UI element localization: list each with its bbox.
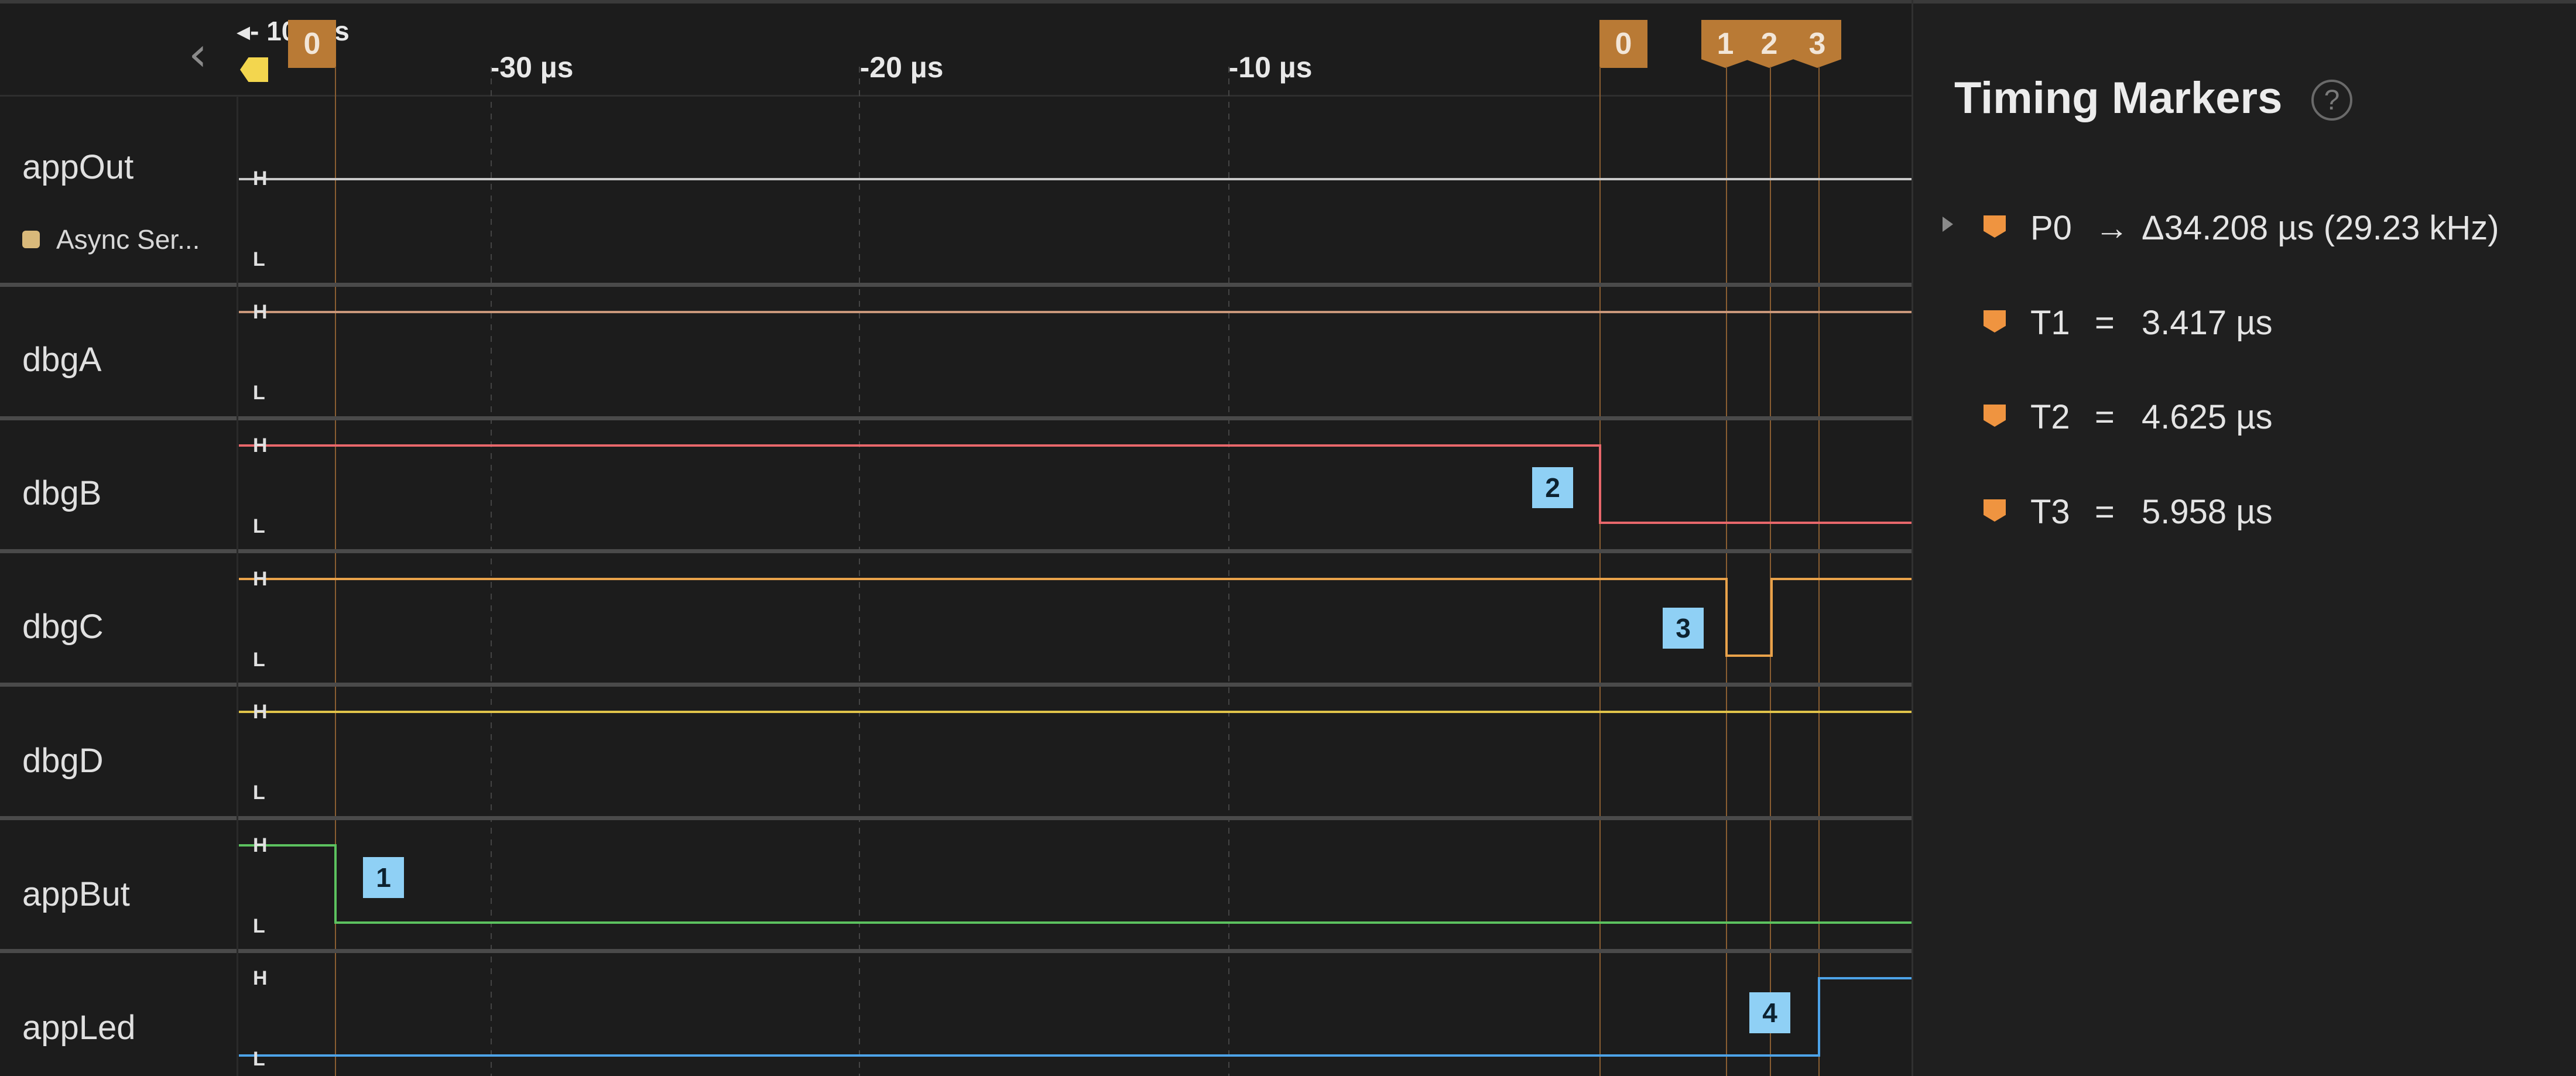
channel-analyzer-async-serial[interactable]: Async Ser...	[22, 224, 200, 255]
waveform-view[interactable]: ‹ ◂- 100 µs -30 µs -20 µs -10 µs 0 0 1 2…	[0, 4, 1913, 1076]
low-label: L	[253, 382, 265, 404]
wave-appLed	[252, 977, 1913, 1057]
low-label: L	[253, 515, 265, 537]
high-label: H	[253, 568, 268, 590]
channel-name-dbgC[interactable]: dbgC	[22, 607, 104, 646]
row-divider	[0, 416, 1913, 420]
question-circle-icon[interactable]: ?	[2311, 80, 2352, 121]
marker-operator: =	[2095, 304, 2115, 342]
low-label: L	[253, 782, 265, 804]
analyzer-name: Async Ser...	[56, 224, 200, 255]
channel-name-dbgD[interactable]: dbgD	[22, 741, 104, 780]
marker-value: Δ34.208 µs (29.23 kHz)	[2142, 209, 2499, 247]
channel-name-dbgB[interactable]: dbgB	[22, 474, 101, 513]
channel-name-appOut[interactable]: appOut	[22, 148, 133, 187]
timing-markers-panel: Timing Markers ? P0 → Δ34.208 µs (29.23 …	[1913, 4, 2576, 1076]
marker-value: 4.625 µs	[2142, 398, 2273, 436]
callout-3: 3	[1663, 608, 1704, 649]
marker-operator: →	[2095, 209, 2129, 247]
callout-4: 4	[1749, 992, 1790, 1033]
marker-row-T2[interactable]: T2 = 4.625 µs	[1913, 385, 2576, 443]
marker-name: T2	[2030, 398, 2070, 436]
marker-flag-icon	[1984, 405, 2006, 427]
high-label: H	[253, 167, 268, 190]
callout-1: 1	[363, 857, 404, 898]
label-column-divider	[237, 96, 238, 1076]
waveform-canvas	[239, 67, 1913, 1076]
channel-name-appBut[interactable]: appBut	[22, 875, 130, 914]
row-divider	[0, 816, 1913, 820]
row-divider	[0, 283, 1913, 287]
marker-operator: =	[2095, 398, 2115, 436]
low-label: L	[253, 915, 265, 937]
row-divider	[0, 549, 1913, 553]
expand-triangle-icon[interactable]	[1943, 217, 1953, 232]
marker-flag-icon	[1984, 215, 2006, 238]
row-divider	[0, 949, 1913, 953]
grid-lines	[491, 67, 1229, 1076]
marker-row-P0[interactable]: P0 → Δ34.208 µs (29.23 kHz)	[1913, 196, 2576, 254]
high-label: H	[253, 434, 268, 457]
marker-name: T3	[2030, 493, 2070, 531]
low-label: L	[253, 1048, 265, 1070]
channel-name-dbgA[interactable]: dbgA	[22, 340, 101, 379]
marker-row-T1[interactable]: T1 = 3.417 µs	[1913, 290, 2576, 349]
marker-lines	[335, 67, 1820, 1076]
analyzer-color-swatch	[22, 231, 40, 248]
row-divider	[0, 683, 1913, 687]
marker-row-T3[interactable]: T3 = 5.958 µs	[1913, 479, 2576, 538]
high-label: H	[253, 834, 268, 856]
marker-value: 5.958 µs	[2142, 493, 2273, 531]
marker-flag-icon	[1984, 310, 2006, 333]
high-label: H	[253, 301, 268, 323]
low-label: L	[253, 649, 265, 671]
low-label: L	[253, 248, 265, 270]
high-label: H	[253, 701, 268, 723]
marker-value: 3.417 µs	[2142, 304, 2273, 342]
channel-name-appLed[interactable]: appLed	[22, 1008, 136, 1047]
callout-2: 2	[1532, 467, 1573, 508]
marker-name: T1	[2030, 304, 2070, 342]
wave-dbgB	[252, 444, 1913, 524]
marker-name: P0	[2030, 209, 2072, 247]
high-label: H	[253, 967, 268, 989]
wave-appBut	[252, 844, 1913, 924]
panel-title: Timing Markers	[1954, 73, 2283, 123]
marker-flag-icon	[1984, 499, 2006, 522]
marker-operator: =	[2095, 493, 2115, 531]
